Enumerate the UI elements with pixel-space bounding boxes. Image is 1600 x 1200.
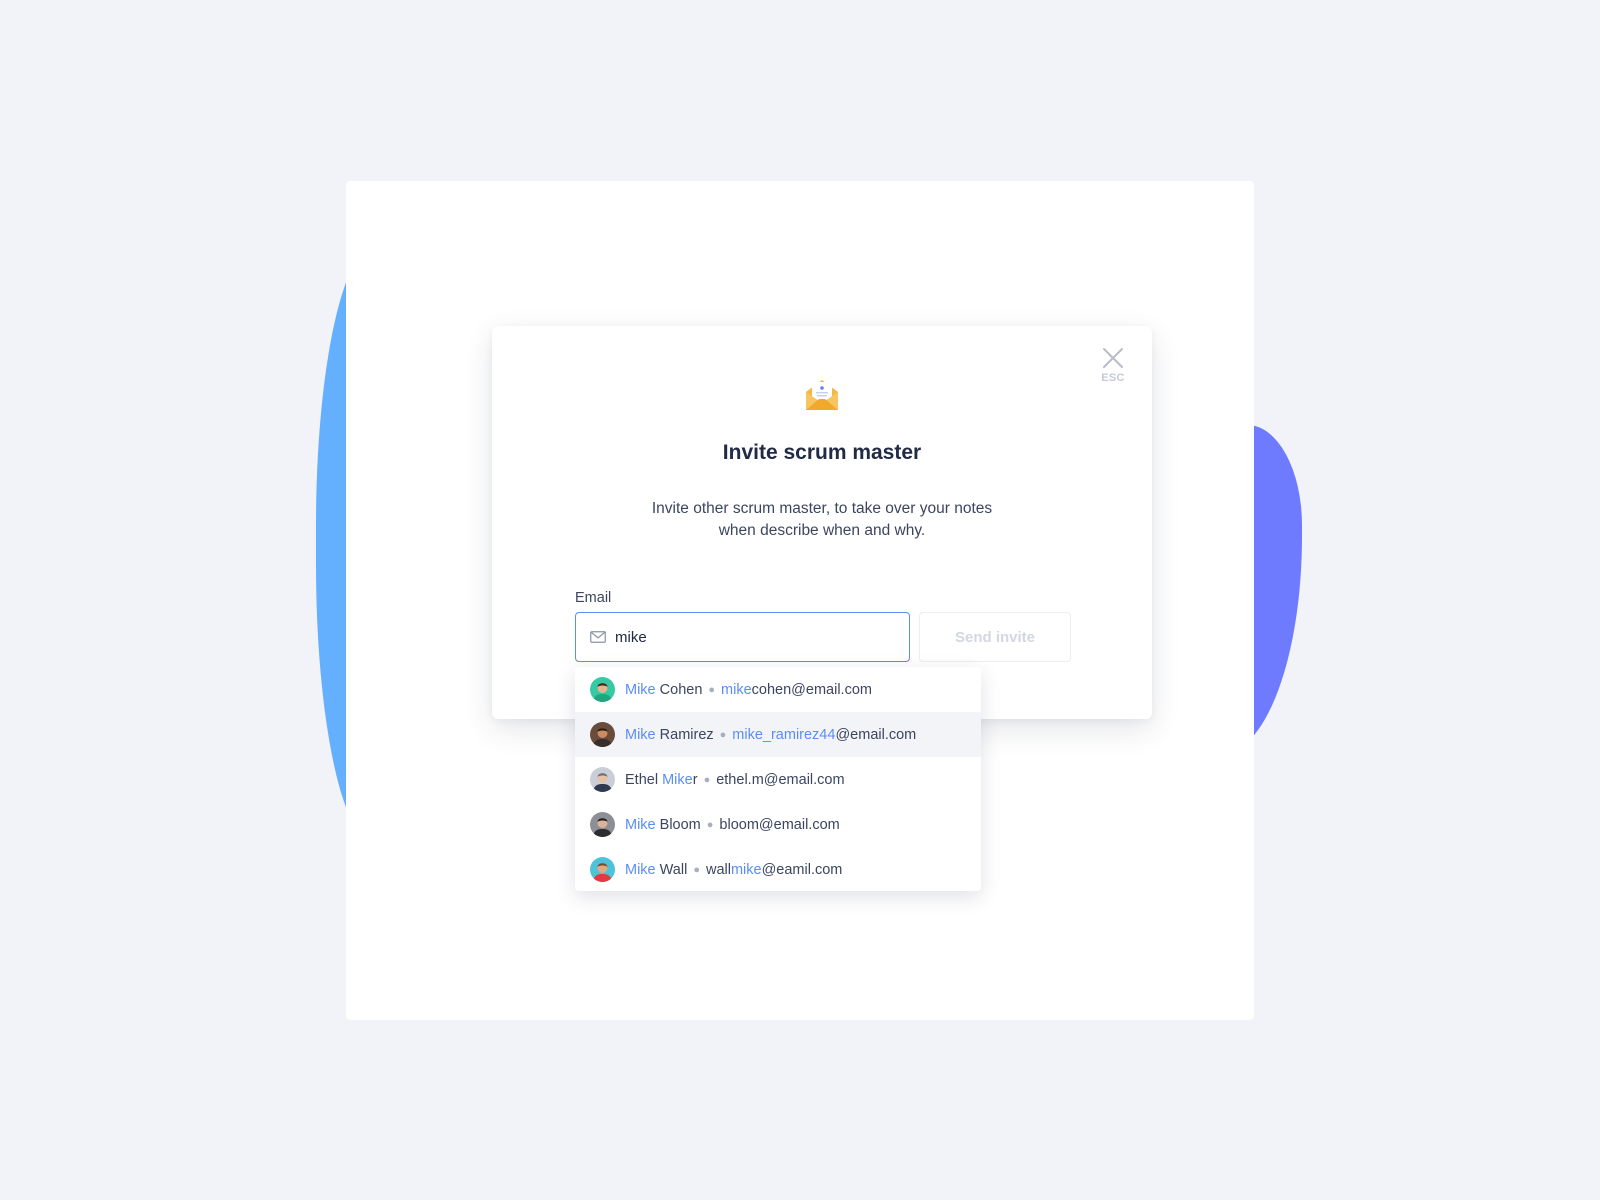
avatar-ethel-miker (590, 767, 615, 792)
separator-dot: ● (719, 728, 727, 741)
avatar-mike-wall (590, 857, 615, 882)
suggestion-name: Mike Bloom (625, 816, 701, 833)
suggestion-name: Mike Cohen (625, 681, 703, 698)
open-envelope-letter-icon (806, 380, 838, 410)
envelope-icon (590, 631, 606, 643)
separator-dot: ● (703, 773, 711, 786)
suggestion-email: bloom@email.com (719, 816, 840, 833)
suggestion-email: mike_ramirez44@email.com (732, 726, 917, 743)
canvas: ESC Invite scrum master Invite other scr… (0, 0, 1600, 1200)
suggestion-email: mikecohen@email.com (721, 681, 872, 698)
suggestion-name: Mike Ramirez (625, 726, 714, 743)
suggestion-item[interactable]: Mike Ramirez ● mike_ramirez44@email.com (575, 712, 981, 757)
email-label: Email (575, 590, 612, 606)
suggestion-item[interactable]: Mike Wall ● wallmike@eamil.com (575, 847, 981, 891)
close-button[interactable]: ESC (1098, 346, 1128, 384)
esc-hint: ESC (1101, 372, 1125, 384)
suggestion-name: Ethel Miker (625, 771, 698, 788)
close-x-icon (1103, 348, 1123, 368)
email-field[interactable] (575, 612, 910, 662)
suggestion-item[interactable]: Mike Bloom ● bloom@email.com (575, 802, 981, 847)
description-line-2: when describe when and why. (718, 522, 926, 539)
modal-description: Invite other scrum master, to take over … (622, 498, 1022, 542)
invite-modal: ESC Invite scrum master Invite other scr… (492, 326, 1152, 719)
suggestion-email: wallmike@eamil.com (705, 861, 843, 878)
modal-title: Invite scrum master (722, 441, 922, 464)
email-input[interactable] (615, 628, 909, 646)
email-suggestions-dropdown: Mike Cohen ● mikecohen@email.com Mike Ramir… (575, 667, 981, 891)
separator-dot: ● (708, 683, 716, 696)
avatar-mike-ramirez (590, 722, 615, 747)
suggestion-item[interactable]: Ethel Miker ● ethel.m@email.com (575, 757, 981, 802)
separator-dot: ● (706, 818, 714, 831)
separator-dot: ● (693, 863, 700, 876)
send-invite-button[interactable]: Send invite (919, 612, 1071, 662)
description-line-1: Invite other scrum master, to take over … (651, 500, 993, 517)
suggestion-email: ethel.m@email.com (716, 771, 845, 788)
avatar-mike-cohen (590, 677, 615, 702)
avatar-mike-bloom (590, 812, 615, 837)
suggestion-name: Mike Wall (625, 861, 688, 878)
suggestion-item[interactable]: Mike Cohen ● mikecohen@email.com (575, 667, 981, 712)
